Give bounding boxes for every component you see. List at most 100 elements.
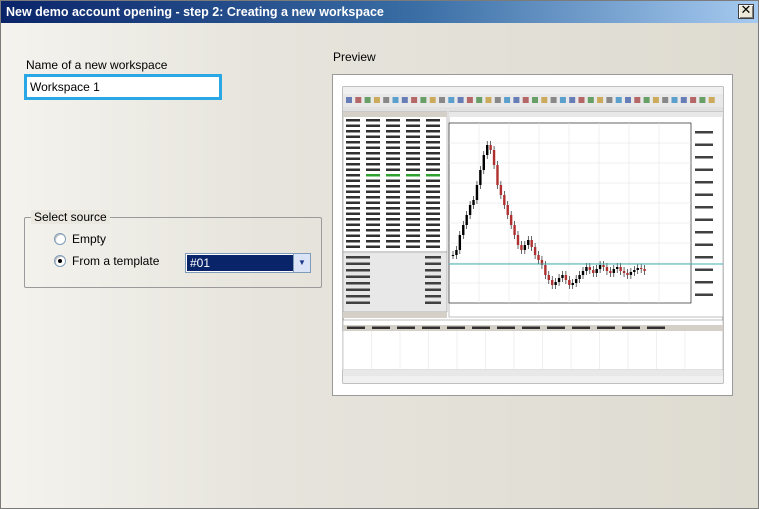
preview-detail [695, 168, 713, 171]
preview-detail [346, 130, 360, 133]
preview-detail [426, 196, 440, 199]
preview-detail [643, 269, 646, 271]
preview-detail [366, 212, 380, 215]
preview-detail [559, 97, 566, 103]
close-button[interactable]: ✕ [738, 4, 754, 19]
preview-detail [626, 273, 629, 275]
preview-detail [572, 326, 590, 329]
preview-detail [602, 265, 605, 267]
preview-detail [406, 212, 420, 215]
chevron-down-icon[interactable]: ▼ [293, 254, 310, 272]
preview-detail [386, 174, 400, 177]
template-select-value: #01 [187, 255, 293, 271]
preview-detail [506, 205, 509, 215]
preview-detail [695, 143, 713, 146]
preview-detail [366, 190, 380, 193]
preview-detail [386, 185, 400, 188]
preview-detail [509, 215, 513, 225]
preview-detail [346, 185, 360, 188]
preview-detail [465, 215, 468, 225]
preview-detail [578, 97, 585, 103]
preview-detail [346, 240, 360, 243]
preview-detail [422, 326, 440, 329]
preview-detail [386, 179, 400, 182]
preview-detail [550, 97, 557, 103]
preview-detail [406, 152, 420, 155]
radio-empty-label: Empty [72, 232, 107, 246]
preview-detail [643, 97, 650, 103]
preview-detail [386, 190, 400, 193]
preview-detail [346, 262, 370, 265]
preview-detail [386, 212, 400, 215]
title-bar: New demo account opening - step 2: Creat… [1, 1, 758, 23]
workspace-preview [332, 74, 733, 396]
preview-detail [406, 174, 420, 177]
preview-detail [547, 275, 550, 280]
preview-detail [406, 124, 420, 127]
preview-detail [458, 235, 462, 250]
preview-detail [386, 229, 400, 232]
preview-detail [386, 223, 400, 226]
preview-detail [564, 275, 568, 280]
preview-detail [662, 97, 669, 103]
preview-detail [522, 326, 540, 329]
preview-detail [475, 185, 479, 200]
preview-detail [426, 223, 440, 226]
preview-detail [406, 179, 420, 182]
preview-detail [366, 119, 380, 122]
radio-from-template-label: From a template [72, 254, 160, 268]
preview-detail [425, 282, 441, 285]
preview-detail [426, 190, 440, 193]
preview-detail [366, 240, 380, 243]
radio-from-template[interactable]: From a template [54, 254, 159, 268]
template-select[interactable]: #01 ▼ [185, 253, 311, 273]
preview-detail [504, 97, 511, 103]
preview-detail [386, 124, 400, 127]
preview-detail [366, 179, 380, 182]
preview-detail [615, 97, 622, 103]
preview-detail [346, 152, 360, 155]
preview-detail [346, 179, 360, 182]
preview-detail [588, 267, 592, 270]
preview-detail [581, 271, 585, 275]
preview-detail [695, 131, 713, 134]
preview-detail [426, 240, 440, 243]
preview-detail [386, 163, 400, 166]
preview-detail [366, 130, 380, 133]
preview-detail [516, 235, 520, 245]
preview-detail [386, 130, 400, 133]
preview-detail [406, 229, 420, 232]
preview-detail [386, 245, 400, 248]
dialog-window: New demo account opening - step 2: Creat… [0, 0, 759, 509]
preview-detail [426, 179, 440, 182]
radio-empty-indicator[interactable] [54, 233, 66, 245]
preview-detail [522, 97, 529, 103]
preview-detail [406, 141, 420, 144]
preview-detail [647, 326, 665, 329]
preview-detail [690, 97, 697, 103]
preview-detail [699, 97, 706, 103]
preview-detail [636, 268, 639, 270]
preview-detail [554, 282, 557, 285]
preview-detail [346, 196, 360, 199]
workspace-name-input[interactable] [24, 74, 222, 100]
preview-detail [392, 97, 399, 103]
preview-detail [386, 240, 400, 243]
radio-from-template-indicator[interactable] [54, 255, 66, 267]
preview-detail [426, 157, 440, 160]
preview-detail [695, 243, 713, 246]
preview-detail [426, 201, 440, 204]
preview-detail [372, 326, 390, 329]
preview-detail [406, 218, 420, 221]
preview-detail [386, 152, 400, 155]
preview-detail [346, 295, 370, 298]
preview-detail [426, 245, 440, 248]
preview-detail [406, 146, 420, 149]
preview-detail [532, 97, 538, 103]
preview-detail [695, 281, 713, 284]
radio-empty[interactable]: Empty [54, 232, 106, 246]
preview-detail [597, 326, 615, 329]
preview-detail [386, 146, 400, 149]
select-source-legend: Select source [31, 210, 110, 224]
preview-detail [373, 97, 380, 103]
